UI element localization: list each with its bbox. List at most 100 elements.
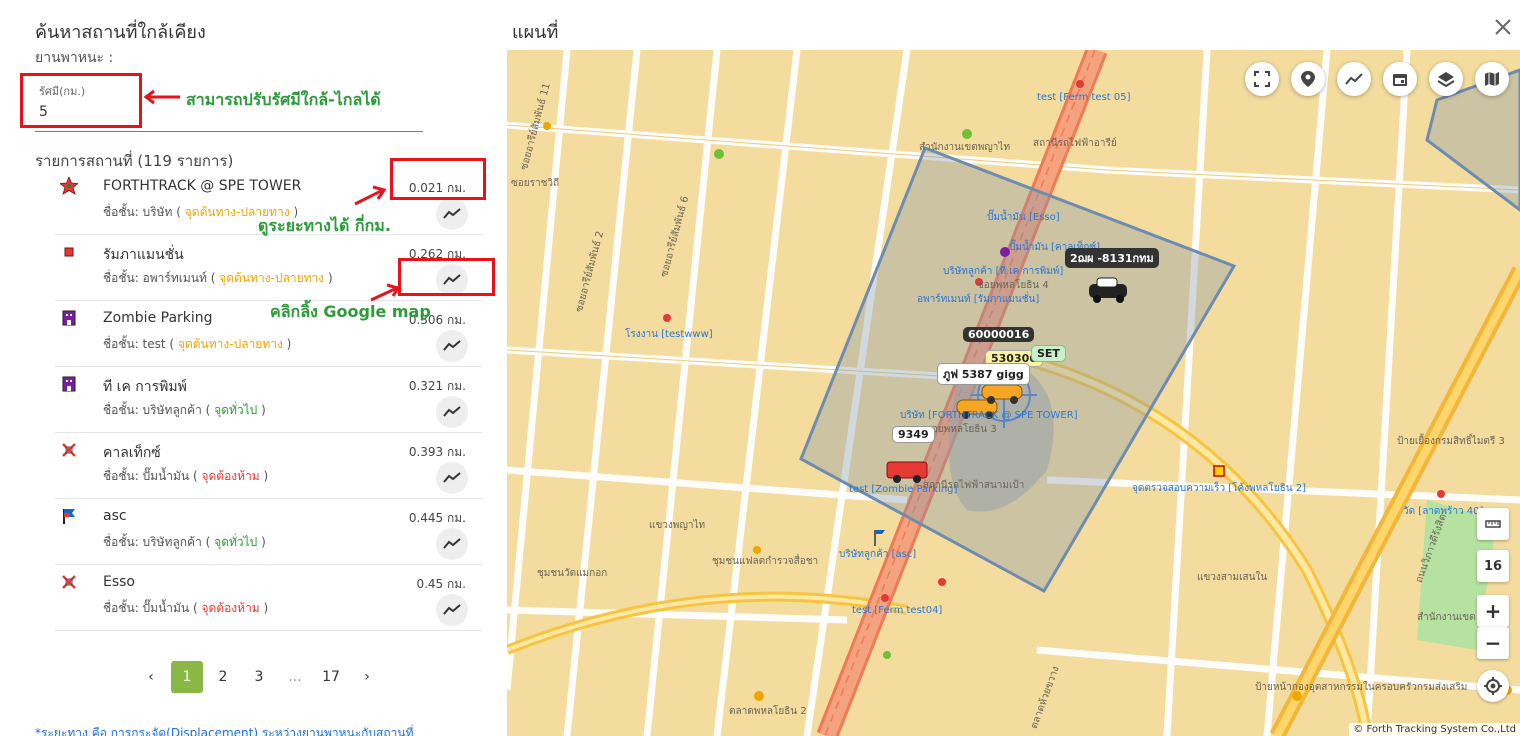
my-location-button[interactable] — [1477, 670, 1509, 702]
vehicle-tag[interactable]: SET — [1031, 345, 1066, 362]
page-3-button[interactable]: 3 — [243, 661, 275, 693]
zoom-in-button[interactable]: + — [1477, 595, 1509, 627]
place-name: asc — [103, 508, 127, 524]
flag-icon — [60, 507, 78, 525]
place-pin-button[interactable] — [1291, 62, 1325, 96]
place-list-item[interactable]: Esso 0.45 กม. ชื่อชั้น: ปั๊มน้ำมัน ( จุดต้… — [55, 565, 482, 631]
place-type-tag: จุดต้นทาง-ปลายทาง — [177, 337, 283, 351]
place-list-item[interactable]: ที เค การพิมพ์ 0.321 กม. ชื่อชั้น: บริษัทล… — [55, 367, 482, 433]
fullscreen-button[interactable] — [1245, 62, 1279, 96]
category-prefix: ชื่อชั้น: บริษัท ( — [103, 205, 181, 219]
google-map-link-button[interactable] — [436, 594, 468, 626]
place-category: ชื่อชั้น: บริษัทลูกค้า ( จุดทั่วไป ) — [103, 533, 266, 552]
google-map-link-button[interactable] — [436, 198, 468, 230]
zoom-level-indicator: 16 — [1477, 550, 1509, 582]
map-street-label: ป้ายเยื้องกรมสิทธิ์ไมตรี 3 — [1397, 436, 1505, 447]
place-name: ที เค การพิมพ์ — [103, 379, 187, 395]
place-category: ชื่อชั้น: test ( จุดต้นทาง-ปลายทาง ) — [103, 335, 291, 354]
place-category: ชื่อชั้น: อพาร์ทเมนท์ ( จุดต้นทาง-ปลายทา… — [103, 269, 333, 288]
map-icon — [1485, 72, 1499, 86]
crosshair-icon — [1484, 677, 1502, 695]
category-prefix: ชื่อชั้น: บริษัทลูกค้า ( — [103, 403, 211, 417]
distance-footnote: *ระยะทาง คือ การกระจัด(Displacement) ระห… — [35, 726, 414, 736]
location-pin-icon — [1301, 71, 1315, 87]
ruler-button[interactable] — [1477, 508, 1509, 540]
category-suffix: ) — [261, 403, 266, 417]
page-17-button[interactable]: 17 — [315, 661, 347, 693]
map-type-button[interactable] — [1475, 62, 1509, 96]
page-1-button[interactable]: 1 — [171, 661, 203, 693]
place-type-tag: จุดต้องห้าม — [201, 601, 260, 615]
place-type-tag: จุดต้นทาง-ปลายทาง — [219, 271, 325, 285]
calendar-button[interactable] — [1383, 62, 1417, 96]
page-2-button[interactable]: 2 — [207, 661, 239, 693]
vehicle-tag[interactable]: ภูฟ 5387 gigg — [937, 363, 1030, 385]
place-list-item[interactable]: asc 0.445 กม. ชื่อชั้น: บริษัทลูกค้า ( จุด… — [55, 499, 482, 565]
map-place-label[interactable]: test [Ferm test 05] — [1037, 92, 1131, 103]
map-street-label: ตลาดพหลโยธิน 2 — [729, 706, 807, 717]
nearby-search-panel: ค้นหาสถานที่ใกล้เคียง ยานพาหนะ : รัศมี(ก… — [0, 0, 507, 736]
next-page-button[interactable]: › — [351, 661, 383, 693]
place-category: ชื่อชั้น: บริษัทลูกค้า ( จุดทั่วไป ) — [103, 401, 266, 420]
layers-icon — [1437, 72, 1455, 87]
radius-annotation: สามารถปรับรัศมีใกล้-ไกลได้ — [186, 90, 381, 109]
map-street-label: ซอยพหลโยธิน 4 — [977, 280, 1049, 291]
prev-page-button[interactable]: ‹ — [135, 661, 167, 693]
google-map-link-button[interactable] — [436, 396, 468, 428]
map-place-label[interactable]: บริษัท [FORTHTRACK @ SPE TOWER] — [900, 408, 1078, 423]
map-street-label: สำนักงานเขต — [1417, 612, 1476, 623]
trend-line-icon — [443, 340, 461, 351]
map-street-label: สำนักงานเขตพญาไท — [919, 142, 1011, 153]
vehicle-tag[interactable]: 2ฌผ -8131กทม — [1065, 248, 1159, 268]
crossed-tools-icon — [60, 441, 78, 459]
place-distance: 0.445 กม. — [408, 511, 466, 525]
map-place-label[interactable]: บริษัทลูกค้า [asc] — [839, 547, 916, 562]
panel-title: ค้นหาสถานที่ใกล้เคียง — [35, 22, 206, 43]
arrow-left-icon — [143, 89, 180, 105]
trend-line-icon — [443, 208, 461, 219]
place-list-item[interactable]: คาลเท็กซ์ 0.393 กม. ชื่อชั้น: ปั๊มน้ำมัน (… — [55, 433, 482, 499]
place-type-tag: จุดทั่วไป — [214, 403, 258, 417]
map-street-label: ซอยพหลโยธิน 3 — [925, 424, 997, 435]
google-map-link-button[interactable] — [436, 528, 468, 560]
map-place-label[interactable]: บริษัทลูกค้า [ที เค การพิมพ์] — [943, 264, 1063, 279]
map-place-label[interactable]: จุดตรวจสอบความเร็ว [โค้งพหลโยธิน 2] — [1132, 481, 1306, 496]
place-distance: 0.393 กม. — [408, 445, 466, 459]
arrow-up-right-icon — [370, 283, 401, 302]
vehicle-tag[interactable]: 9349 — [892, 426, 935, 443]
vehicle-tag[interactable]: 60000016 — [963, 327, 1035, 342]
pagination: ‹ 1 2 3 ... 17 › — [135, 661, 387, 693]
place-distance: 0.321 กม. — [408, 379, 466, 393]
map-place-label[interactable]: โรงงาน [testwww] — [625, 327, 713, 342]
route-button[interactable] — [1337, 62, 1371, 96]
distance-annotation: ดูระยะทางได้ กี่กม. — [258, 216, 391, 235]
google-map-link-button[interactable] — [436, 330, 468, 362]
vehicle-label: ยานพาหนะ : — [35, 50, 114, 66]
page-ellipsis: ... — [288, 669, 302, 685]
crossed-tools-icon — [60, 573, 78, 591]
map-place-label[interactable]: test [Ferm test04] — [852, 605, 942, 616]
purple-building-icon — [60, 375, 78, 393]
fullscreen-icon — [1254, 71, 1270, 87]
place-distance: 0.45 กม. — [416, 577, 466, 591]
nearby-places-dialog: ค้นหาสถานที่ใกล้เคียง ยานพาหนะ : รัศมี(ก… — [0, 0, 1520, 736]
calendar-icon — [1393, 74, 1407, 86]
category-suffix: ) — [327, 271, 333, 285]
place-category: ชื่อชั้น: ปั๊มน้ำมัน ( จุดต้องห้าม ) — [103, 599, 268, 618]
place-name: FORTHTRACK @ SPE TOWER — [103, 178, 302, 194]
map-street-label: ชุมชนแฟลตกำรวจสื่อชา — [712, 556, 819, 567]
close-button[interactable] — [1492, 16, 1514, 38]
map-street-label: ซอยราชวิถี — [511, 178, 560, 189]
zoom-out-button[interactable]: − — [1477, 627, 1509, 659]
layers-button[interactable] — [1429, 62, 1463, 96]
map-place-label[interactable]: อพาร์ทเมนท์ [รัมภาแมนชั่น] — [917, 292, 1039, 307]
category-prefix: ชื่อชั้น: บริษัทลูกค้า ( — [103, 535, 211, 549]
category-suffix: ) — [263, 601, 269, 615]
map-view[interactable]: test [Ferm test 05] ปั๊มน้ำมัน [Esso] ปั… — [507, 50, 1520, 736]
map-place-label[interactable]: ปั๊มน้ำมัน [Esso] — [987, 210, 1060, 225]
red-star-icon — [58, 175, 80, 195]
google-map-link-button[interactable] — [436, 462, 468, 494]
trend-line-icon — [1345, 73, 1363, 85]
category-suffix: ) — [286, 337, 292, 351]
category-prefix: ชื่อชั้น: ปั๊มน้ำมัน ( — [103, 601, 198, 615]
